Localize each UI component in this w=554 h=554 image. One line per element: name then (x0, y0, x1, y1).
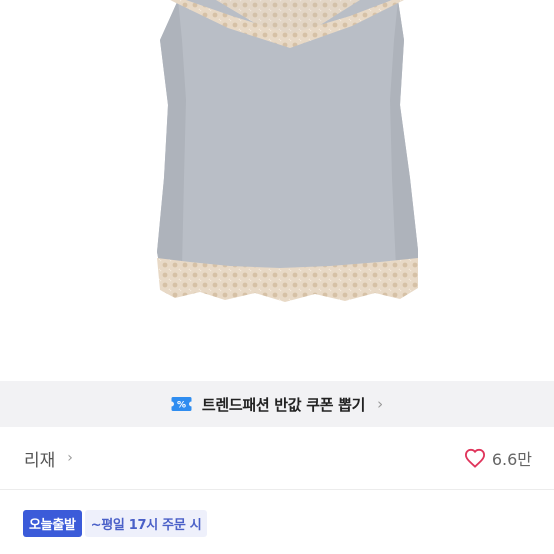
camisole-photo (157, 0, 418, 302)
seller-link[interactable]: 리재 › (24, 446, 73, 471)
shipping-cutoff-badge: ~평일 17시 주문 시 (84, 510, 208, 537)
seller-name: 리재 (24, 450, 56, 471)
seller-row: 리재 › 6.6만 (0, 427, 554, 490)
chevron-right-icon: › (67, 450, 73, 466)
coupon-banner-text: 트렌드패션 반값 쿠폰 뽑기 (201, 395, 366, 414)
svg-text:%: % (177, 401, 186, 411)
coupon-ticket-icon: % (171, 397, 192, 411)
product-detail-page: % 트렌드패션 반값 쿠폰 뽑기 › 리재 › 6.6만 오늘출발 ~평일 17… (0, 0, 554, 554)
today-shipping-badge: 오늘출발 (23, 510, 82, 537)
chevron-right-icon: › (377, 395, 384, 413)
coupon-banner[interactable]: % 트렌드패션 반값 쿠폰 뽑기 › (0, 381, 554, 427)
product-image[interactable] (0, 0, 554, 380)
like-button[interactable]: 6.6만 (464, 446, 532, 470)
delivery-badges: 오늘출발 ~평일 17시 주문 시 (23, 510, 208, 537)
heart-icon (464, 448, 485, 468)
like-count: 6.6만 (491, 450, 532, 469)
